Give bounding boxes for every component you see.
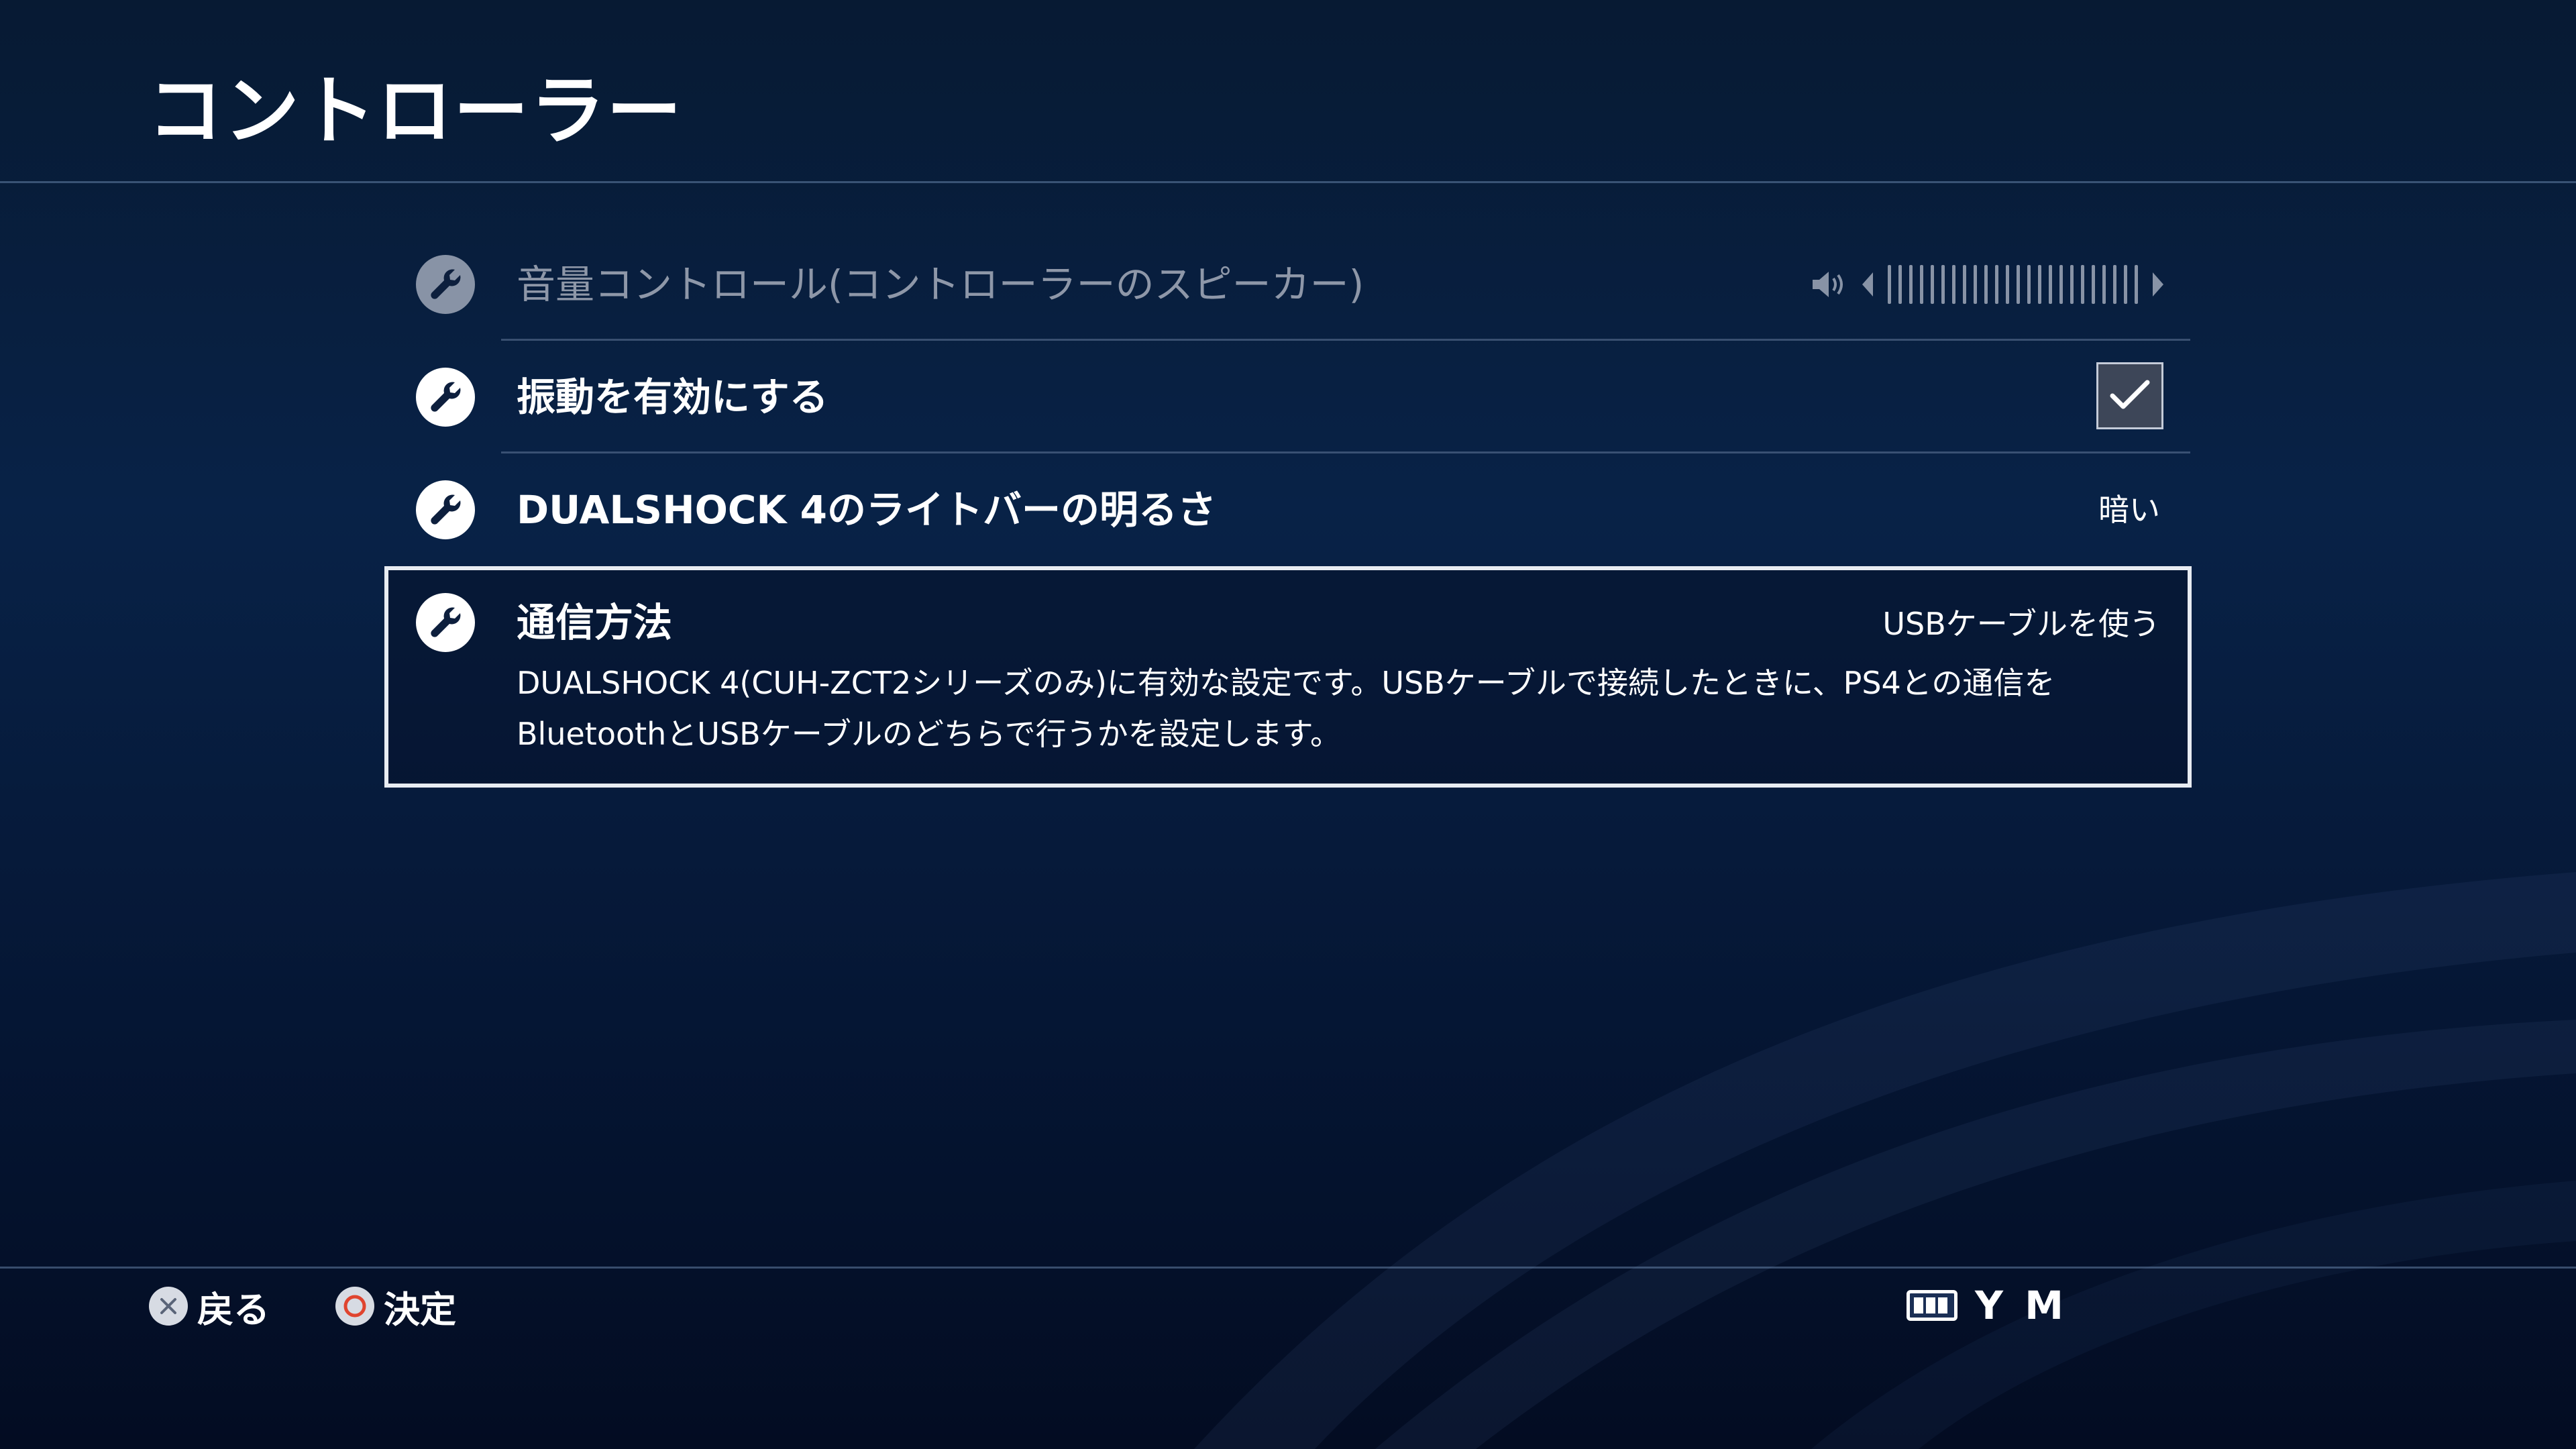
speaker-icon [1813,272,1843,297]
volume-tick [2017,265,2020,304]
slider-right-arrow-icon[interactable] [2153,272,2163,297]
back-button[interactable]: 戻る [149,1283,270,1331]
wrench-icon [416,368,475,427]
user-indicator: Y M [1907,1280,2068,1331]
user-name: Y M [1975,1283,2068,1328]
circle-button-icon [335,1287,374,1326]
volume-tick [2081,265,2084,304]
controller-battery-icon [1907,1290,1957,1321]
volume-tick [2038,265,2041,304]
confirm-button[interactable]: 決定 [335,1283,456,1331]
volume-tick [1984,265,1988,304]
setting-label: 音量コントロール(コントローラーのスピーカー) [517,262,1364,307]
volume-tick [2070,265,2074,304]
wrench-icon [416,593,475,652]
volume-tick [2135,265,2138,304]
settings-list: 音量コントロール(コントローラーのスピーカー) 振動を有効にする DUALSHO… [384,228,2192,788]
page-title: コントローラー [148,68,683,155]
volume-tick [2092,265,2095,304]
checkmark-icon [2110,380,2150,409]
header-divider [0,181,2576,183]
slider-left-arrow-icon[interactable] [1862,272,1873,297]
volume-tick [2006,265,2009,304]
volume-tick [1909,265,1913,304]
volume-tick [1888,265,1891,304]
setting-value: USBケーブルを使う [1882,606,2160,642]
volume-level-ticks [1888,262,2138,307]
setting-item-vibration[interactable]: 振動を有効にする [386,341,2190,453]
volume-slider[interactable] [1810,260,2163,309]
volume-tick [1931,265,1934,304]
volume-tick [2059,265,2063,304]
confirm-label: 決定 [384,1288,456,1331]
volume-tick [1963,265,1966,304]
wrench-icon [416,255,475,314]
cross-button-icon [149,1287,188,1326]
volume-tick [2049,265,2052,304]
volume-tick [2113,265,2116,304]
vibration-checkbox[interactable] [2096,362,2163,429]
setting-item-lightbar-brightness[interactable]: DUALSHOCK 4のライトバーの明るさ 暗い [386,453,2190,566]
volume-tick [2027,265,2031,304]
setting-label: 通信方法 [517,600,673,645]
setting-item-speaker-volume[interactable]: 音量コントロール(コントローラーのスピーカー) [386,228,2190,341]
volume-tick [1920,265,1923,304]
setting-description: DUALSHOCK 4(CUH-ZCT2シリーズのみ)に有効な設定です。USBケ… [517,665,2055,752]
volume-tick [1995,265,1998,304]
volume-tick [2124,265,2127,304]
volume-tick [1941,265,1945,304]
wrench-icon [416,480,475,539]
footer-divider [0,1267,2576,1269]
setting-item-connection-method[interactable]: 通信方法 USBケーブルを使う DUALSHOCK 4(CUH-ZCT2シリーズ… [384,566,2192,788]
volume-tick [1952,265,1955,304]
volume-tick [2102,265,2106,304]
volume-tick [1974,265,1977,304]
setting-value: 暗い [2098,492,2160,528]
volume-tick [1898,265,1902,304]
setting-label: 振動を有効にする [517,374,828,420]
back-label: 戻る [197,1288,270,1331]
setting-label: DUALSHOCK 4のライトバーの明るさ [517,487,1216,533]
